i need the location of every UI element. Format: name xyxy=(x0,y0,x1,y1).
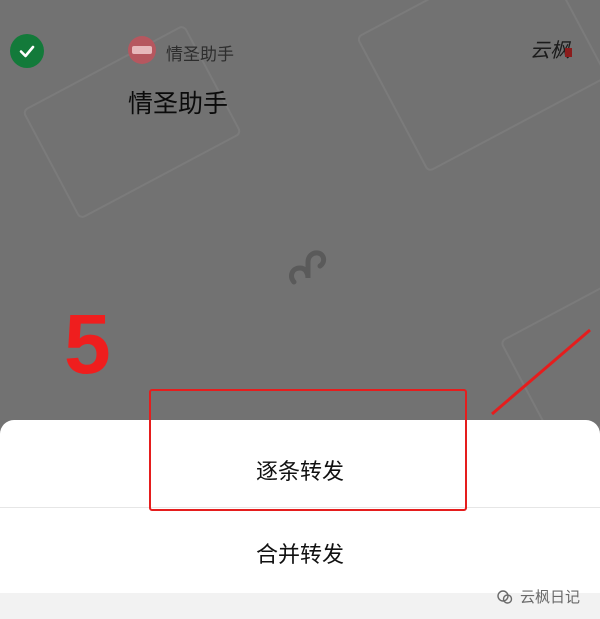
watermark-shape xyxy=(355,0,600,173)
message-title: 情圣助手 xyxy=(128,89,229,118)
footer-watermark: 云枫日记 xyxy=(496,586,580,607)
wechat-icon xyxy=(497,589,513,604)
step-number-annotation: 5 xyxy=(64,297,111,391)
brand-seal-icon xyxy=(565,48,572,57)
app-name: 情圣助手 xyxy=(166,45,234,65)
watermark-text: 云枫日记 xyxy=(519,588,580,606)
brand-logo-icon: 云枫 xyxy=(530,38,570,62)
highlight-box xyxy=(149,389,467,511)
dimmed-chat-background: 情圣助手 情圣助手 云枫 5 逐条转发 合并转发 云枫日记 xyxy=(0,0,600,619)
annotation-arrow-icon xyxy=(491,328,591,416)
app-avatar xyxy=(128,36,156,64)
mini-program-icon xyxy=(289,250,327,285)
selected-check-icon[interactable] xyxy=(10,34,44,68)
merge-forward-button[interactable]: 合并转发 xyxy=(0,536,600,568)
